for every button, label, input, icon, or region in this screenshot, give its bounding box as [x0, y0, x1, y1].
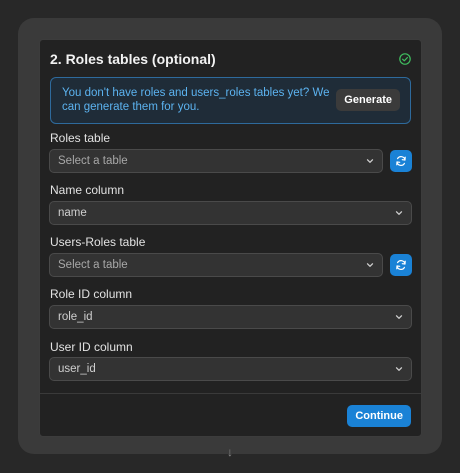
chevron-down-icon [366, 263, 374, 267]
users-roles-table-refresh-button[interactable] [390, 254, 412, 276]
generate-tables-notice: You don't have roles and users_roles tab… [50, 77, 411, 124]
chevron-down-icon [395, 315, 403, 319]
user-id-column-select[interactable]: user_id [49, 357, 412, 381]
name-column-label: Name column [50, 183, 125, 197]
users-roles-table-select-value: Select a table [58, 259, 128, 271]
notice-text: You don't have roles and users_roles tab… [62, 87, 330, 113]
card-header: 2. Roles tables (optional) [50, 50, 411, 70]
role-id-column-select-value: role_id [58, 311, 93, 323]
roles-table-refresh-button[interactable] [390, 150, 412, 172]
users-roles-table-select[interactable]: Select a table [49, 253, 383, 277]
name-column-select-value: name [58, 207, 87, 219]
footer-divider [40, 393, 421, 394]
role-id-column-select[interactable]: role_id [49, 305, 412, 329]
card-title: 2. Roles tables (optional) [50, 51, 216, 67]
role-id-column-label: Role ID column [50, 287, 133, 301]
connector-arrow-bottom-icon: ↓ [227, 445, 233, 459]
refresh-icon [396, 260, 406, 270]
roles-table-select[interactable]: Select a table [49, 149, 383, 173]
name-column-select[interactable]: name [49, 201, 412, 225]
check-circle-icon [399, 53, 411, 65]
generate-button[interactable]: Generate [336, 89, 400, 111]
refresh-icon [396, 156, 406, 166]
chevron-down-icon [366, 159, 374, 163]
chevron-down-icon [395, 211, 403, 215]
chevron-down-icon [395, 367, 403, 371]
roles-table-label: Roles table [50, 131, 111, 145]
user-id-column-label: User ID column [50, 340, 133, 354]
user-id-column-select-value: user_id [58, 363, 96, 375]
roles-tables-card: 2. Roles tables (optional) You don't hav… [39, 39, 422, 437]
continue-button[interactable]: Continue [347, 405, 411, 427]
users-roles-table-label: Users-Roles table [50, 235, 146, 249]
roles-table-select-value: Select a table [58, 155, 128, 167]
